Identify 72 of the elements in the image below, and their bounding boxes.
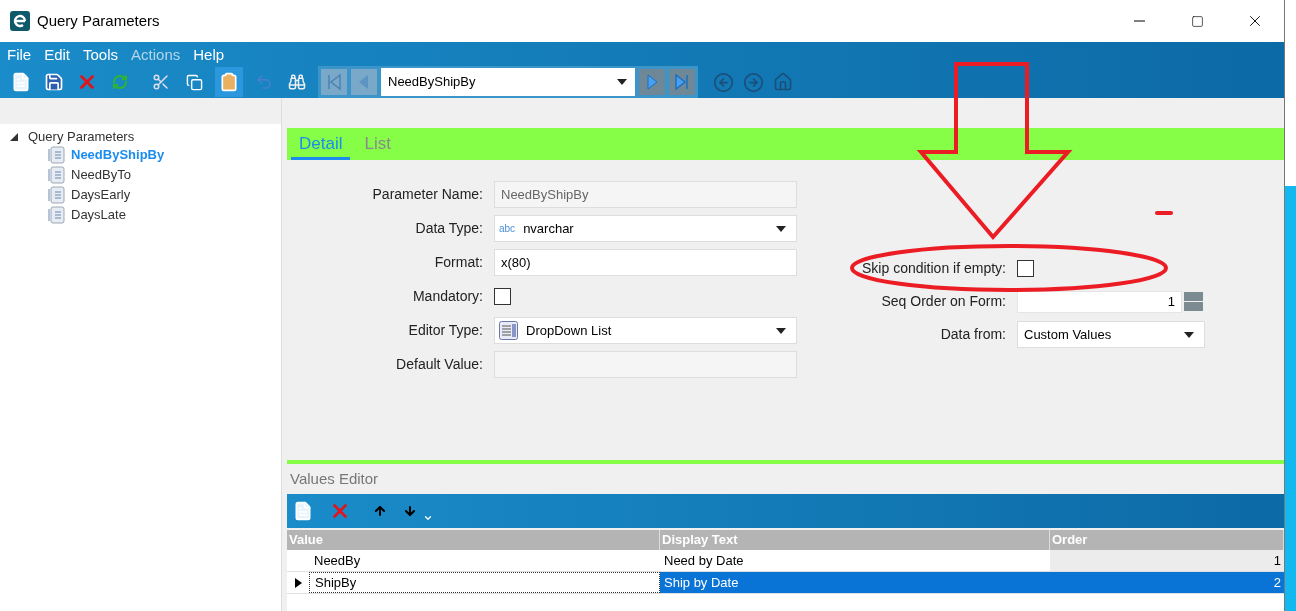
undo-icon[interactable]	[255, 73, 273, 91]
field-label: Data Type:	[414, 219, 484, 238]
menu-item[interactable]: File	[7, 43, 32, 66]
annotation-mark	[1155, 211, 1173, 215]
table-cell[interactable]: ShipBy	[309, 572, 660, 593]
back-icon[interactable]	[713, 71, 734, 93]
section-title: Values Editor	[290, 468, 379, 489]
app-logo-icon	[10, 11, 30, 31]
document-icon	[48, 166, 65, 184]
home-icon[interactable]	[773, 72, 793, 92]
spinner-buttons[interactable]	[1184, 292, 1203, 311]
table-cell[interactable]: NeedBy	[309, 550, 660, 571]
type-prefix: abc	[499, 222, 516, 236]
document-icon	[48, 186, 65, 204]
readonly-field[interactable]: NeedByShipBy	[494, 181, 797, 208]
dropdown-arrow-icon	[776, 225, 786, 232]
forward-icon[interactable]	[743, 71, 764, 93]
text-field[interactable]: x(80)	[494, 249, 797, 276]
table-cell[interactable]: 2	[1050, 572, 1284, 593]
refresh-icon[interactable]	[112, 74, 128, 90]
maximize-icon	[1190, 14, 1204, 28]
field-label: Mandatory:	[411, 287, 484, 306]
dropdown-arrow-icon	[776, 327, 786, 334]
dropdown-value: Custom Values	[1024, 325, 1113, 344]
new-row-icon[interactable]	[293, 501, 313, 521]
search-icon[interactable]	[288, 73, 306, 91]
move-up-icon[interactable]	[373, 504, 387, 518]
checkbox[interactable]	[1017, 260, 1034, 277]
copy-icon[interactable]	[185, 73, 203, 91]
field-label: Seq Order on Form:	[880, 292, 1007, 311]
tree-item[interactable]: DaysEarly	[71, 185, 131, 205]
next-record-icon[interactable]	[639, 69, 665, 95]
readonly-field[interactable]	[494, 351, 797, 378]
record-dropdown[interactable]: NeedByShipBy	[381, 68, 635, 96]
field-label: Editor Type:	[407, 321, 484, 340]
document-icon	[48, 206, 65, 224]
new-document-icon[interactable]	[11, 72, 31, 92]
dropdown[interactable]: abc nvarchar	[494, 215, 797, 242]
dropdown-value: DropDown List	[526, 321, 613, 340]
dropdown[interactable]: Custom Values	[1017, 321, 1205, 348]
tree-root-label[interactable]: Query Parameters	[28, 127, 135, 147]
table-cell[interactable]: 1	[1050, 550, 1284, 571]
save-icon[interactable]	[44, 72, 64, 92]
field-label: Data from:	[939, 325, 1007, 344]
previous-record-icon[interactable]	[351, 69, 377, 95]
move-down-icon[interactable]	[403, 504, 417, 518]
field-label: Skip condition if empty:	[861, 259, 1007, 278]
collapse-icon[interactable]	[10, 133, 18, 141]
field-label: Format:	[433, 253, 484, 272]
field-label: Parameter Name:	[371, 185, 484, 204]
tree-item[interactable]: NeedByTo	[71, 165, 131, 185]
tree-item[interactable]: DaysLate	[71, 205, 126, 225]
dropdown-value: nvarchar	[523, 219, 575, 238]
more-icon[interactable]	[423, 513, 433, 523]
checkbox[interactable]	[494, 288, 511, 305]
menu-item[interactable]: Tools	[83, 43, 119, 66]
last-record-icon[interactable]	[669, 69, 695, 95]
menu-item[interactable]: Edit	[44, 43, 71, 66]
minimize-icon	[1133, 20, 1145, 22]
cut-icon[interactable]	[152, 73, 170, 91]
menu-item[interactable]: Help	[193, 43, 225, 66]
first-record-icon[interactable]	[321, 69, 347, 95]
number-field[interactable]: 1	[1017, 290, 1182, 313]
table-cell[interactable]: Ship by Date	[660, 572, 1050, 593]
row-pointer-icon	[294, 577, 302, 588]
paste-icon[interactable]	[219, 72, 239, 92]
document-icon	[48, 146, 65, 164]
dropdown[interactable]: DropDown List	[494, 317, 797, 344]
dropdown-arrow-icon	[617, 79, 627, 85]
field-label: Default Value:	[395, 355, 484, 374]
window-title: Query Parameters	[37, 10, 160, 31]
dropdown-arrow-icon	[1184, 331, 1194, 338]
